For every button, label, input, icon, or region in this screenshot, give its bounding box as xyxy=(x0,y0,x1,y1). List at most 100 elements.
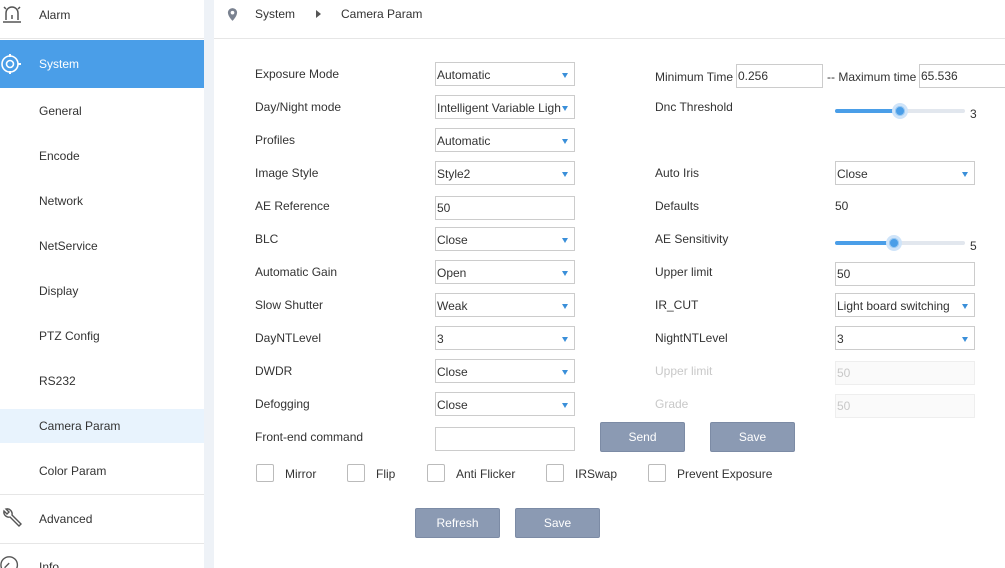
upper-limit-input[interactable]: 50 xyxy=(835,262,975,286)
breadcrumb-root[interactable]: System xyxy=(255,7,295,21)
minimum-time-input[interactable]: 0.256 xyxy=(736,64,823,88)
chevron-down-icon xyxy=(562,370,568,375)
defogging-select[interactable]: Close xyxy=(435,392,575,416)
anti-flicker-checkbox[interactable] xyxy=(427,464,445,482)
flip-label: Flip xyxy=(376,467,396,481)
select-value: Open xyxy=(437,266,467,280)
exposure-mode-label: Exposure Mode xyxy=(255,67,340,81)
save-button[interactable]: Save xyxy=(515,508,600,538)
sidebar-item-label: Network xyxy=(39,193,84,208)
select-value: Weak xyxy=(437,299,468,313)
day-night-mode-select[interactable]: Intelligent Variable Ligh xyxy=(435,95,575,119)
ae-sensitivity-label: AE Sensitivity xyxy=(655,232,729,246)
anti-flicker-label: Anti Flicker xyxy=(456,467,516,481)
slider-thumb[interactable] xyxy=(885,235,902,251)
image-style-select[interactable]: Style2 xyxy=(435,161,575,185)
irswap-checkbox[interactable] xyxy=(546,464,564,482)
sidebar-item-general[interactable]: General xyxy=(0,88,204,133)
front-end-command-input[interactable] xyxy=(435,427,575,451)
blc-label: BLC xyxy=(255,232,279,246)
sidebar-item-label: Alarm xyxy=(39,8,71,22)
prevent-exposure-checkbox[interactable] xyxy=(648,464,666,482)
dwdr-select[interactable]: Close xyxy=(435,359,575,383)
upper-limit-disabled-label: Upper limit xyxy=(655,364,713,378)
profiles-label: Profiles xyxy=(255,133,296,147)
sidebar-item-info[interactable]: Info xyxy=(0,544,204,568)
sidebar-item-display[interactable]: Display xyxy=(0,268,204,313)
breadcrumb-current: Camera Param xyxy=(341,7,423,21)
maximum-time-input[interactable]: 65.536 xyxy=(919,64,1005,88)
grade-input: 50 xyxy=(835,394,975,418)
sidebar-item-label: RS232 xyxy=(39,373,76,388)
sidebar-item-alarm[interactable]: Alarm xyxy=(0,0,204,30)
chevron-down-icon xyxy=(562,403,568,408)
chevron-down-icon xyxy=(962,337,968,342)
sidebar-item-netservice[interactable]: NetService xyxy=(0,223,204,268)
upper-limit-disabled-input: 50 xyxy=(835,361,975,385)
sidebar-item-color-param[interactable]: Color Param xyxy=(0,448,204,493)
sidebar-item-label: Encode xyxy=(39,148,80,163)
sidebar-item-ptz-config[interactable]: PTZ Config xyxy=(0,313,204,358)
chevron-down-icon xyxy=(562,73,568,78)
chevron-down-icon xyxy=(562,238,568,243)
select-value: 3 xyxy=(437,332,444,346)
maximum-time-label: -- Maximum time xyxy=(827,70,917,84)
sidebar-item-label: Advanced xyxy=(39,512,93,526)
select-value: Close xyxy=(837,167,868,181)
chevron-down-icon xyxy=(562,304,568,309)
exposure-mode-select[interactable]: Automatic xyxy=(435,62,575,86)
sidebar-item-label: NetService xyxy=(39,238,98,253)
sidebar-item-encode[interactable]: Encode xyxy=(0,133,204,178)
grade-label: Grade xyxy=(655,397,689,411)
ae-reference-input[interactable]: 50 xyxy=(435,196,575,220)
chevron-down-icon xyxy=(562,271,568,276)
alarm-icon xyxy=(3,6,21,23)
refresh-button[interactable]: Refresh xyxy=(415,508,500,538)
mirror-checkbox[interactable] xyxy=(256,464,274,482)
ae-sensitivity-slider[interactable] xyxy=(835,235,965,251)
night-nt-level-select[interactable]: 3 xyxy=(835,326,975,350)
minimum-time-label: Minimum Time xyxy=(655,70,734,84)
slider-thumb[interactable] xyxy=(892,103,908,119)
flip-checkbox[interactable] xyxy=(347,464,365,482)
sidebar-item-camera-param[interactable]: Camera Param xyxy=(0,409,204,443)
night-nt-level-label: NightNTLevel xyxy=(655,331,728,345)
mirror-label: Mirror xyxy=(285,467,317,481)
chevron-down-icon xyxy=(562,337,568,342)
front-end-command-label: Front-end command xyxy=(255,430,364,444)
sidebar-item-rs232[interactable]: RS232 xyxy=(0,358,204,403)
dnc-threshold-slider[interactable] xyxy=(835,103,965,119)
sidebar-item-advanced[interactable]: Advanced xyxy=(0,495,204,543)
slow-shutter-select[interactable]: Weak xyxy=(435,293,575,317)
day-nt-level-label: DayNTLevel xyxy=(255,331,322,345)
automatic-gain-label: Automatic Gain xyxy=(255,265,338,279)
save-command-button[interactable]: Save xyxy=(710,422,795,452)
day-nt-level-select[interactable]: 3 xyxy=(435,326,575,350)
sidebar-item-label: PTZ Config xyxy=(39,328,100,343)
dnc-threshold-value: 3 xyxy=(970,107,977,121)
select-value: Automatic xyxy=(437,134,491,148)
sidebar-item-network[interactable]: Network xyxy=(0,178,204,223)
send-button[interactable]: Send xyxy=(600,422,685,452)
sidebar-item-system[interactable]: System xyxy=(0,40,204,88)
divider xyxy=(0,38,204,39)
prevent-exposure-label: Prevent Exposure xyxy=(677,467,773,481)
auto-iris-label: Auto Iris xyxy=(655,166,700,180)
chevron-down-icon xyxy=(562,172,568,177)
slow-shutter-label: Slow Shutter xyxy=(255,298,324,312)
profiles-select[interactable]: Automatic xyxy=(435,128,575,152)
sidebar-item-label: System xyxy=(39,57,80,71)
sidebar-item-label: General xyxy=(39,103,82,118)
select-value: 3 xyxy=(837,332,844,346)
select-value: Close xyxy=(437,365,468,379)
blc-select[interactable]: Close xyxy=(435,227,575,251)
slider-fill xyxy=(835,241,894,245)
automatic-gain-select[interactable]: Open xyxy=(435,260,575,284)
sidebar-item-label: Camera Param xyxy=(39,419,121,433)
chevron-down-icon xyxy=(562,139,568,144)
ir-cut-select[interactable]: Light board switching xyxy=(835,293,975,317)
gear-icon xyxy=(1,54,21,74)
auto-iris-select[interactable]: Close xyxy=(835,161,975,185)
sidebar: Alarm System General Encode Network NetS… xyxy=(0,0,204,568)
sidebar-item-label: Info xyxy=(39,560,60,568)
